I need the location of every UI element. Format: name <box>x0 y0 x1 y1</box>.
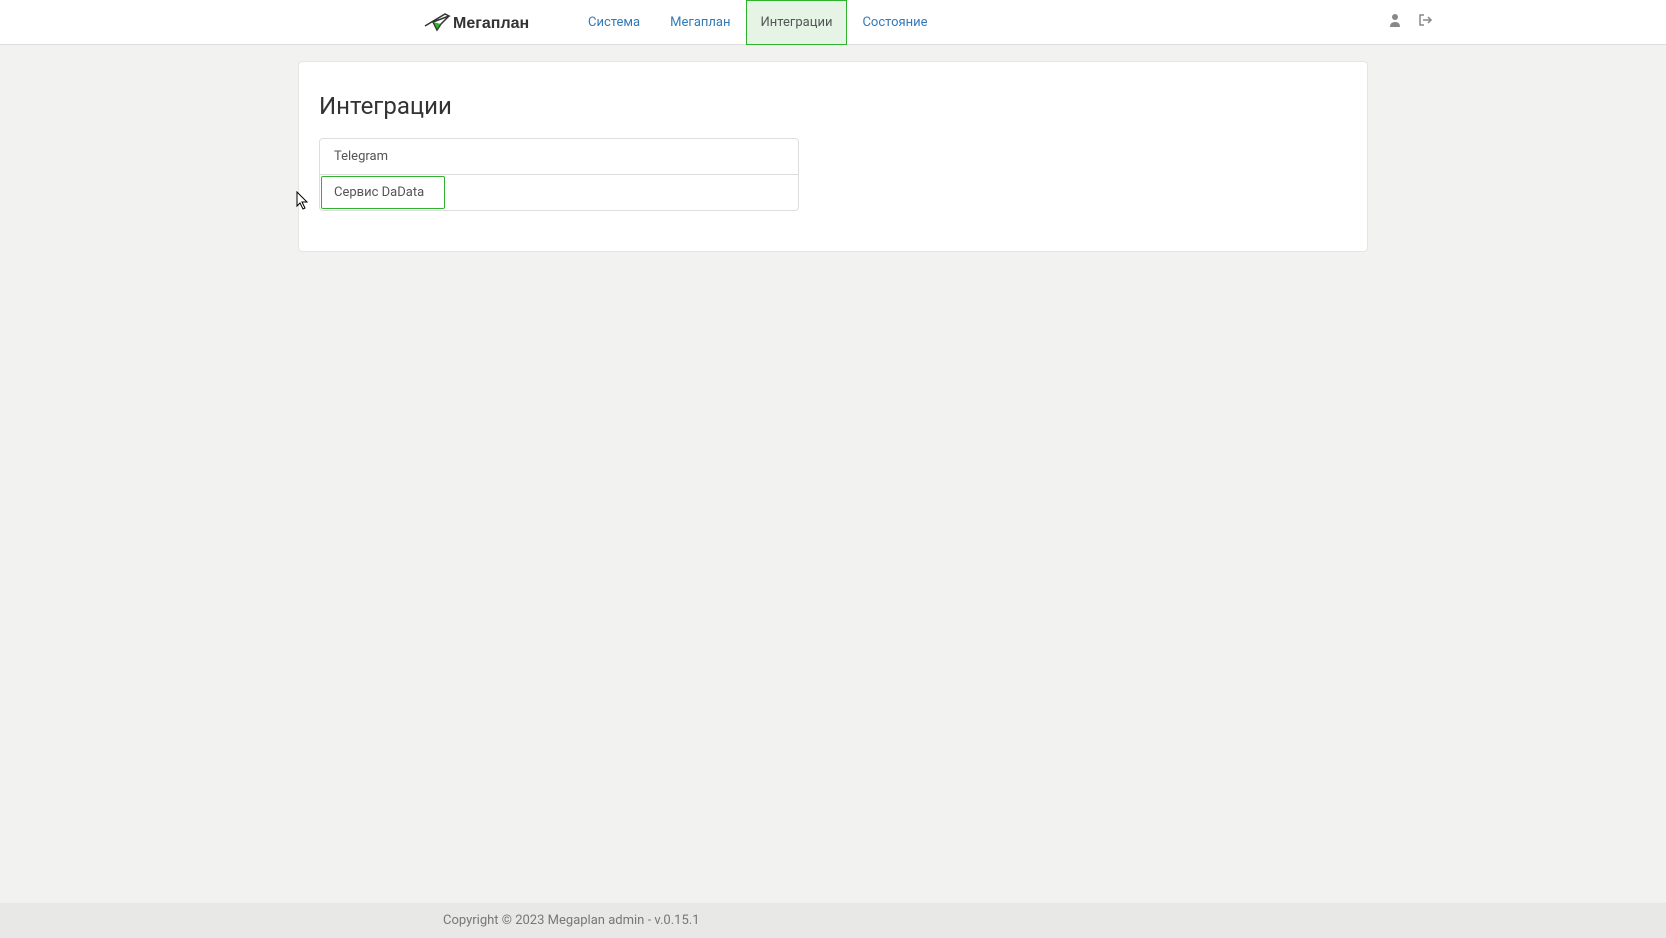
integration-item-dadata[interactable]: Сервис DaData <box>321 176 445 209</box>
header-right <box>1389 13 1453 31</box>
nav-item-status[interactable]: Состояние <box>847 0 942 45</box>
header: Мегаплан Система Мегаплан Интеграции Сос… <box>0 0 1666 45</box>
page-title: Интеграции <box>319 92 1347 120</box>
main-panel: Интеграции Telegram Сервис DaData <box>298 61 1368 252</box>
nav-item-integrations[interactable]: Интеграции <box>746 0 848 45</box>
nav-item-megaplan[interactable]: Мегаплан <box>655 0 745 45</box>
footer: Copyright © 2023 Megaplan admin - v.0.15… <box>0 903 1666 938</box>
user-icon[interactable] <box>1389 13 1401 31</box>
header-inner: Мегаплан Система Мегаплан Интеграции Сос… <box>213 0 1453 45</box>
svg-text:Мегаплан: Мегаплан <box>453 15 529 32</box>
logout-icon[interactable] <box>1419 14 1433 30</box>
integration-item-telegram[interactable]: Telegram <box>320 139 798 174</box>
nav-item-system[interactable]: Система <box>573 0 655 45</box>
integrations-list: Telegram Сервис DaData <box>319 138 799 211</box>
logo[interactable]: Мегаплан <box>423 8 553 36</box>
main-nav: Система Мегаплан Интеграции Состояние <box>573 0 943 45</box>
list-item-row: Сервис DaData <box>320 174 798 210</box>
footer-text: Copyright © 2023 Megaplan admin - v.0.15… <box>213 913 1453 928</box>
content-wrapper: Интеграции Telegram Сервис DaData <box>298 61 1368 252</box>
logo-icon: Мегаплан <box>423 8 553 36</box>
list-item-row: Telegram <box>320 139 798 174</box>
